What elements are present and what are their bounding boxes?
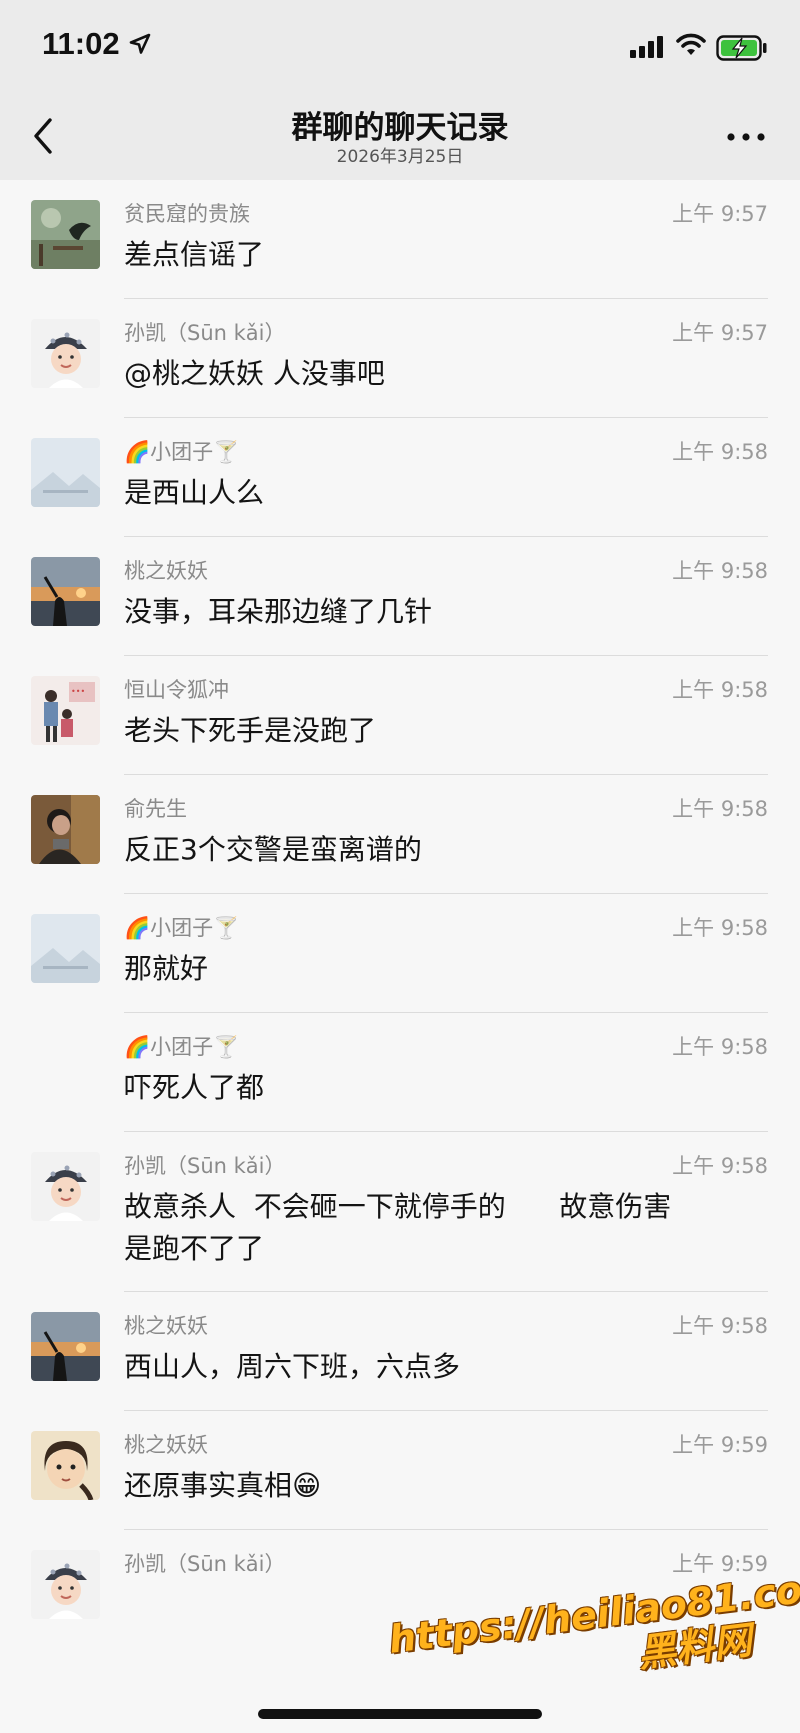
chat-message-row[interactable]: 贫民窟的贵族 上午 9:57 差点信谣了 xyxy=(0,180,800,299)
message-text[interactable]: 差点信谣了 xyxy=(124,234,744,276)
message-time: 上午 9:58 xyxy=(672,1154,768,1178)
page-subtitle-date: 2026年3月25日 xyxy=(336,147,464,167)
sender-name: 孙凯（Sūn kǎi） xyxy=(124,1154,286,1178)
location-arrow-icon xyxy=(129,33,151,54)
chat-message-row[interactable]: 孙凯（Sūn kǎi） 上午 9:57 @桃之妖妖 人没事吧 xyxy=(0,299,800,418)
message-time: 上午 9:58 xyxy=(672,440,768,464)
avatar[interactable] xyxy=(31,795,100,864)
message-text[interactable]: 反正3个交警是蛮离谱的 xyxy=(124,829,744,871)
avatar[interactable] xyxy=(31,1152,100,1221)
avatar[interactable] xyxy=(31,200,100,269)
message-text[interactable]: 西山人，周六下班，六点多 xyxy=(124,1346,744,1388)
message-time: 上午 9:59 xyxy=(672,1433,768,1457)
sender-name: 孙凯（Sūn kǎi） xyxy=(124,1552,286,1576)
wifi-icon xyxy=(676,33,706,55)
avatar[interactable] xyxy=(31,914,100,983)
message-text[interactable]: 那就好 xyxy=(124,948,744,990)
sender-name: 桃之妖妖 xyxy=(124,1433,208,1457)
sender-name: 俞先生 xyxy=(124,797,187,821)
message-time: 上午 9:58 xyxy=(672,678,768,702)
avatar[interactable] xyxy=(31,557,100,626)
sender-name: 孙凯（Sūn kǎi） xyxy=(124,321,286,345)
message-time: 上午 9:58 xyxy=(672,797,768,821)
battery-charging-icon xyxy=(716,35,767,61)
sender-name: 🌈小团子🍸 xyxy=(124,440,240,464)
avatar[interactable] xyxy=(31,1431,100,1500)
message-text[interactable]: 老头下死手是没跑了 xyxy=(124,710,744,752)
status-bar: 11:02 xyxy=(0,0,800,92)
chat-message-row[interactable]: 桃之妖妖 上午 9:58 西山人，周六下班，六点多 xyxy=(0,1292,800,1411)
message-text[interactable]: 是西山人么 xyxy=(124,472,744,514)
chat-message-row[interactable]: 桃之妖妖 上午 9:59 还原事实真相😁 xyxy=(0,1411,800,1530)
message-time: 上午 9:57 xyxy=(672,202,768,226)
avatar[interactable] xyxy=(31,319,100,388)
chat-message-row[interactable]: 🌈小团子🍸 上午 9:58 那就好 xyxy=(0,894,800,1013)
svg-text:•••: ••• xyxy=(71,687,85,696)
chat-message-row[interactable]: 🌈小团子🍸 上午 9:58 吓死人了都 xyxy=(0,1013,800,1132)
cellular-signal-icon xyxy=(630,36,663,58)
sender-name: 🌈小团子🍸 xyxy=(124,1035,240,1059)
message-text[interactable]: 没事，耳朵那边缝了几针 xyxy=(124,591,744,633)
chat-message-row[interactable]: ••• 恒山令狐冲 上午 9:58 老头下死手是没跑了 xyxy=(0,656,800,775)
chat-record-list: 贫民窟的贵族 上午 9:57 差点信谣了 孙凯（Sūn kǎi） 上午 9:57 @桃之妖… xyxy=(0,180,800,1619)
sender-name: 贫民窟的贵族 xyxy=(124,202,250,226)
sender-name: 桃之妖妖 xyxy=(124,1314,208,1338)
status-time: 11:02 xyxy=(42,26,120,61)
page-title: 群聊的聊天记录 xyxy=(291,110,509,146)
message-text[interactable]: 吓死人了都 xyxy=(124,1067,744,1109)
chat-message-row[interactable]: 俞先生 上午 9:58 反正3个交警是蛮离谱的 xyxy=(0,775,800,894)
message-text[interactable]: @桃之妖妖 人没事吧 xyxy=(124,353,744,395)
avatar[interactable]: ••• xyxy=(31,676,100,745)
nav-bar: 群聊的聊天记录 2026年3月25日 xyxy=(0,92,800,180)
message-time: 上午 9:58 xyxy=(672,916,768,940)
message-time: 上午 9:57 xyxy=(672,321,768,345)
message-text[interactable]: 还原事实真相😁 xyxy=(124,1465,744,1507)
avatar[interactable] xyxy=(31,1312,100,1381)
sender-name: 🌈小团子🍸 xyxy=(124,916,240,940)
chat-message-row[interactable]: 桃之妖妖 上午 9:58 没事，耳朵那边缝了几针 xyxy=(0,537,800,656)
more-options-icon[interactable] xyxy=(726,132,766,142)
message-time: 上午 9:58 xyxy=(672,559,768,583)
home-indicator xyxy=(258,1709,542,1719)
chat-message-row[interactable]: 🌈小团子🍸 上午 9:58 是西山人么 xyxy=(0,418,800,537)
avatar[interactable] xyxy=(31,438,100,507)
message-time: 上午 9:58 xyxy=(672,1035,768,1059)
message-text[interactable]: 故意杀人 不会砸一下就停手的 故意伤害 是跑不了了 xyxy=(124,1186,744,1270)
sender-name: 桃之妖妖 xyxy=(124,559,208,583)
message-time: 上午 9:58 xyxy=(672,1314,768,1338)
chat-message-row[interactable]: 孙凯（Sūn kǎi） 上午 9:58 故意杀人 不会砸一下就停手的 故意伤害 是跑… xyxy=(0,1132,800,1292)
sender-name: 恒山令狐冲 xyxy=(124,678,229,702)
avatar[interactable] xyxy=(31,1550,100,1619)
